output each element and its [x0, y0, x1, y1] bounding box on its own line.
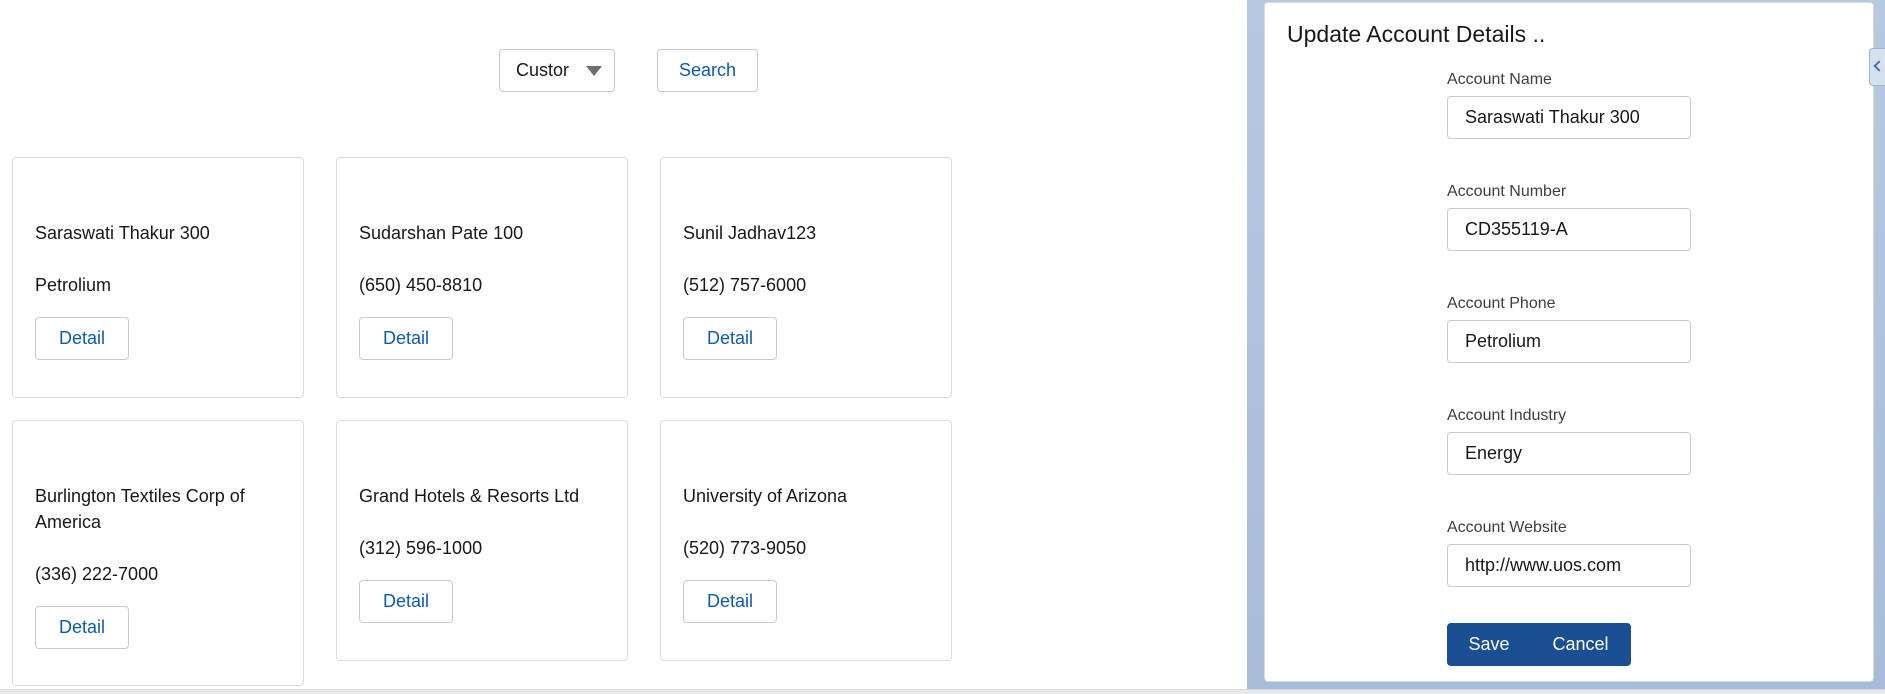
account-phone: (650) 450-8810: [359, 275, 483, 295]
account-number-label: Account Number: [1447, 183, 1567, 200]
bottom-scroll-strip: [0, 689, 1885, 694]
side-panel-toggle[interactable]: [1869, 48, 1885, 86]
update-account-modal: Update Account Details .. Account Name A…: [1264, 2, 1874, 682]
account-list-panel: Custor Search Saraswati Thakur 300 Petro…: [0, 0, 1247, 694]
chevron-down-icon: [586, 66, 602, 76]
account-phone: (336) 222-7000: [35, 564, 159, 584]
account-card: Saraswati Thakur 300 Petrolium Detail: [12, 157, 304, 398]
save-button[interactable]: Save: [1447, 623, 1531, 666]
detail-button[interactable]: Detail: [359, 317, 453, 360]
account-name-label: Account Name: [1447, 71, 1552, 88]
account-website-label: Account Website: [1447, 519, 1567, 536]
account-industry-label: Account Industry: [1447, 407, 1567, 424]
account-card: Sudarshan Pate 100 (650) 450-8810 Detail: [336, 157, 628, 398]
account-number-input[interactable]: [1447, 208, 1691, 251]
account-name: Grand Hotels & Resorts Ltd: [359, 486, 580, 506]
account-website-input[interactable]: [1447, 544, 1691, 587]
account-phone-label: Account Phone: [1447, 295, 1556, 312]
detail-button[interactable]: Detail: [35, 317, 129, 360]
account-industry-input[interactable]: [1447, 432, 1691, 475]
account-card: University of Arizona (520) 773-9050 Det…: [660, 420, 952, 661]
account-name: University of Arizona: [683, 486, 848, 506]
account-card: Sunil Jadhav123 (512) 757-6000 Detail: [660, 157, 952, 398]
account-name-input[interactable]: [1447, 96, 1691, 139]
account-phone: (520) 773-9050: [683, 538, 807, 558]
account-name: Saraswati Thakur 300: [35, 223, 210, 243]
search-button[interactable]: Search: [657, 49, 758, 92]
account-sub: Petrolium: [35, 275, 112, 295]
account-phone-input[interactable]: [1447, 320, 1691, 363]
account-name: Burlington Textiles Corp of America: [35, 486, 245, 532]
account-name: Sunil Jadhav123: [683, 223, 817, 243]
account-phone: (512) 757-6000: [683, 275, 807, 295]
account-card: Grand Hotels & Resorts Ltd (312) 596-100…: [336, 420, 628, 661]
account-name: Sudarshan Pate 100: [359, 223, 524, 243]
filter-select[interactable]: Custor: [499, 49, 615, 92]
detail-button[interactable]: Detail: [683, 317, 777, 360]
account-card: Burlington Textiles Corp of America (336…: [12, 420, 304, 686]
modal-title: Update Account Details ..: [1287, 21, 1546, 47]
filter-select-value: Custor: [516, 60, 570, 80]
account-phone: (312) 596-1000: [359, 538, 483, 558]
detail-button[interactable]: Detail: [359, 580, 453, 623]
chevron-left-icon: [1873, 60, 1885, 72]
cancel-button[interactable]: Cancel: [1530, 623, 1631, 666]
detail-button[interactable]: Detail: [35, 606, 129, 649]
detail-button[interactable]: Detail: [683, 580, 777, 623]
